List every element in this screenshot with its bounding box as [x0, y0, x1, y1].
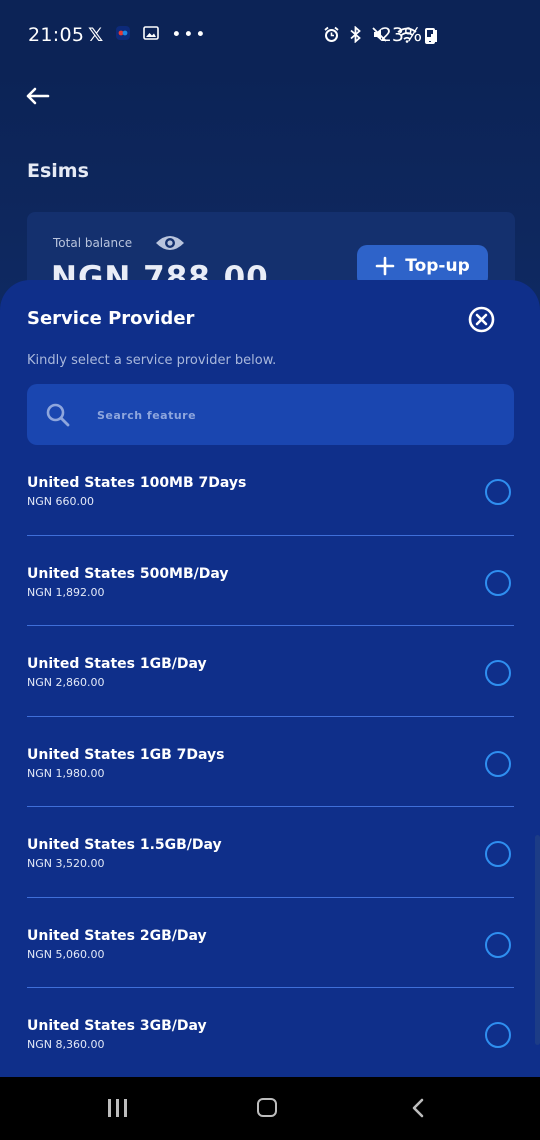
- search-input[interactable]: [95, 398, 499, 432]
- plan-radio[interactable]: [485, 841, 511, 867]
- status-time: 21:05: [28, 24, 85, 46]
- close-button[interactable]: [468, 306, 495, 333]
- service-provider-sheet: Service Provider Kindly select a service…: [0, 280, 540, 1077]
- plan-item[interactable]: United States 1.5GB/Day NGN 3,520.00: [27, 807, 514, 898]
- plan-price: NGN 2,860.00: [27, 676, 105, 689]
- plan-name: United States 100MB 7Days: [27, 475, 247, 491]
- sheet-title: Service Provider: [27, 308, 195, 329]
- balance-label: Total balance: [53, 236, 133, 250]
- back-button[interactable]: [24, 82, 52, 110]
- app-icon: [115, 25, 131, 46]
- plan-radio[interactable]: [485, 931, 511, 958]
- battery-percent: 23%: [379, 24, 422, 46]
- plan-item[interactable]: United States 500MB/Day NGN 1,892.00: [27, 536, 514, 626]
- scrollbar[interactable]: [535, 835, 540, 1045]
- plan-price: NGN 3,520.00: [27, 857, 105, 870]
- plan-price: NGN 1,892.00: [27, 585, 105, 599]
- plan-radio[interactable]: [485, 660, 511, 686]
- bluetooth-icon: [349, 25, 362, 47]
- plan-name: United States 500MB/Day: [27, 565, 229, 582]
- eye-icon[interactable]: [155, 232, 185, 258]
- page-title: Esims: [27, 160, 89, 182]
- more-icon: •••: [171, 25, 208, 45]
- x-icon: 𝕏: [88, 24, 104, 46]
- recent-apps-button[interactable]: [108, 1099, 127, 1117]
- plan-price: NGN 8,360.00: [27, 1038, 105, 1051]
- plan-radio[interactable]: [485, 569, 511, 596]
- battery-icon: [425, 28, 435, 44]
- nav-back-button[interactable]: [410, 1097, 426, 1123]
- plan-list: United States 100MB 7Days NGN 660.00 Uni…: [27, 445, 514, 1077]
- close-circle-icon: [468, 306, 495, 333]
- plan-item[interactable]: United States 1GB/Day NGN 2,860.00: [27, 626, 514, 717]
- arrow-left-icon: [26, 87, 50, 105]
- home-button[interactable]: [257, 1098, 277, 1117]
- plan-item[interactable]: United States 2GB/Day NGN 5,060.00: [27, 898, 514, 988]
- sheet-subtitle: Kindly select a service provider below.: [27, 353, 277, 368]
- plan-name: United States 1GB 7Days: [27, 746, 225, 763]
- plan-price: NGN 660.00: [27, 495, 94, 508]
- system-nav-bar: [0, 1077, 540, 1140]
- topup-label: Top-up: [405, 256, 470, 276]
- plan-price: NGN 5,060.00: [27, 947, 105, 961]
- search-box[interactable]: [27, 384, 514, 445]
- plan-name: United States 1.5GB/Day: [27, 837, 222, 853]
- plan-radio[interactable]: [485, 479, 511, 505]
- plan-name: United States 2GB/Day: [27, 927, 207, 944]
- image-icon: [143, 25, 160, 46]
- plus-icon: [375, 256, 395, 276]
- status-bar: 21:05 𝕏 ••• 23%: [0, 0, 540, 72]
- plan-item[interactable]: United States 1GB 7Days NGN 1,980.00: [27, 717, 514, 807]
- plan-price: NGN 1,980.00: [27, 766, 105, 780]
- plan-item[interactable]: United States 100MB 7Days NGN 660.00: [27, 445, 514, 536]
- search-icon: [45, 402, 71, 432]
- plan-radio[interactable]: [485, 1022, 511, 1048]
- notification-icons: 𝕏 •••: [88, 24, 207, 46]
- plan-item[interactable]: United States 3GB/Day NGN 8,360.00: [27, 988, 514, 1077]
- chevron-left-icon: [412, 1098, 424, 1118]
- plan-name: United States 1GB/Day: [27, 656, 207, 672]
- plan-name: United States 3GB/Day: [27, 1018, 207, 1034]
- alarm-icon: [323, 26, 340, 47]
- plan-radio[interactable]: [485, 750, 511, 777]
